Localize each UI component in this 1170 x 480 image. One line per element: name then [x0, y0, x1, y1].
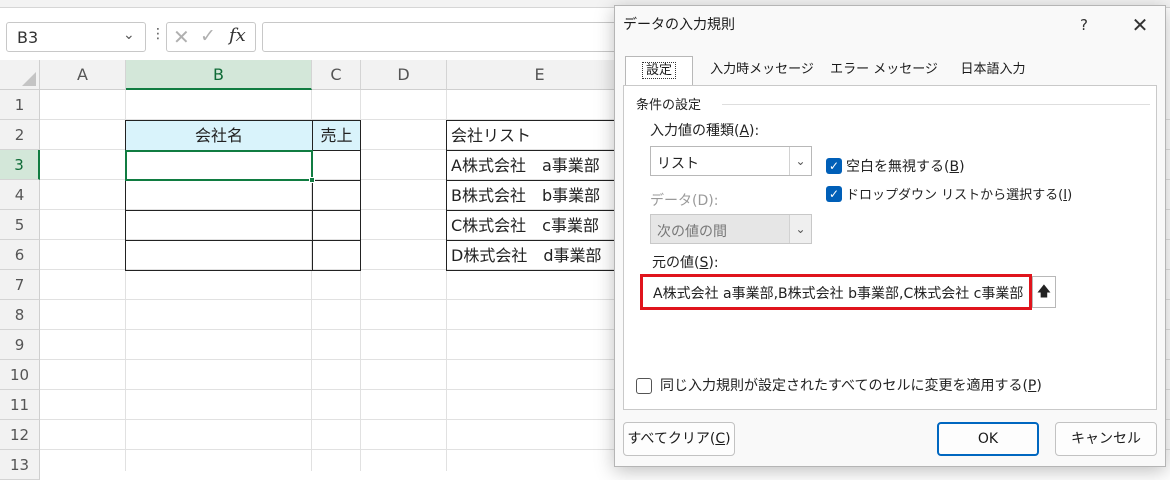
row-header-7[interactable]: 7: [0, 270, 40, 300]
row-header-2[interactable]: 2: [0, 120, 40, 150]
allow-select-value: リスト: [657, 156, 699, 172]
row-header-5[interactable]: 5: [0, 210, 40, 240]
table-cell[interactable]: [125, 210, 313, 241]
column-header-b[interactable]: B: [126, 60, 312, 90]
row-header-10[interactable]: 10: [0, 360, 40, 390]
chevron-down-icon[interactable]: ⌄: [789, 147, 811, 175]
source-input-value: A株式会社 a事業部,B株式会社 b事業部,C株式会社 c事業部,D株式会社 d…: [653, 286, 1023, 302]
table-cell[interactable]: [312, 210, 361, 241]
name-box[interactable]: B3 ⌄: [6, 22, 146, 52]
help-button[interactable]: ?: [1069, 12, 1099, 38]
cancel-icon[interactable]: ✕: [173, 25, 190, 49]
collapse-dialog-arrow-icon[interactable]: 🡅: [1032, 276, 1056, 308]
apply-all-checkbox[interactable]: [636, 378, 652, 394]
source-label: 元の値(S):: [652, 255, 719, 271]
clear-all-button[interactable]: すべてクリア(C): [623, 422, 735, 456]
cancel-button[interactable]: キャンセル: [1055, 422, 1157, 456]
table-cell[interactable]: [125, 240, 313, 271]
row-header-12[interactable]: 12: [0, 420, 40, 450]
row-header-13[interactable]: 13: [0, 450, 40, 480]
data-select: 次の値の間 ⌄: [650, 214, 812, 244]
tab-settings-label: 設定: [641, 62, 677, 79]
column-header-d[interactable]: D: [361, 60, 447, 90]
header-cell-sales[interactable]: 売上: [312, 120, 361, 151]
name-box-value: B3: [17, 28, 39, 47]
data-label: データ(D):: [650, 193, 719, 209]
divider: [722, 104, 1150, 105]
allow-label: 入力値の種類(A):: [650, 123, 760, 139]
column-header-a[interactable]: A: [40, 60, 126, 90]
company-list-item[interactable]: D株式会社 d事業部: [446, 240, 626, 271]
table-cell[interactable]: [125, 180, 313, 211]
ok-button[interactable]: OK: [937, 422, 1039, 456]
company-list-item[interactable]: C株式会社 c事業部: [446, 210, 626, 241]
dialog-title: データの入力規則: [623, 17, 735, 33]
row-header-1[interactable]: 1: [0, 90, 40, 120]
column-header-c[interactable]: C: [312, 60, 361, 90]
row-header-4[interactable]: 4: [0, 180, 40, 210]
column-header-e[interactable]: E: [447, 60, 633, 90]
chevron-down-icon: ⌄: [789, 215, 811, 243]
close-icon[interactable]: ✕: [1123, 12, 1157, 38]
allow-select[interactable]: リスト ⌄: [650, 146, 812, 176]
tab-error-message[interactable]: エラー メッセージ: [825, 56, 943, 84]
in-cell-dropdown-label[interactable]: ドロップダウン リストから選択する(I): [846, 184, 1072, 203]
row-header-11[interactable]: 11: [0, 390, 40, 420]
company-list-item[interactable]: B株式会社 b事業部: [446, 180, 626, 211]
ignore-blank-label[interactable]: 空白を無視する(B): [846, 156, 965, 176]
row-header-3[interactable]: 3: [0, 150, 40, 180]
chevron-down-icon[interactable]: ⌄: [123, 27, 135, 43]
table-cell[interactable]: [312, 240, 361, 271]
settings-panel: 条件の設定 入力値の種類(A): リスト ⌄ ✓ 空白を無視する(B) ✓ ドロ…: [623, 85, 1157, 410]
ignore-blank-checkbox[interactable]: ✓: [826, 158, 842, 174]
row-header-8[interactable]: 8: [0, 300, 40, 330]
apply-all-label[interactable]: 同じ入力規則が設定されたすべてのセルに変更を適用する(P): [660, 375, 1042, 395]
tab-settings[interactable]: 設定: [625, 56, 693, 86]
fill-handle[interactable]: [309, 177, 315, 183]
header-cell-company[interactable]: 会社名: [125, 120, 313, 151]
row-header-9[interactable]: 9: [0, 330, 40, 360]
select-all-triangle-icon: [22, 72, 36, 86]
tab-input-message[interactable]: 入力時メッセージ: [699, 56, 825, 84]
tab-ime[interactable]: 日本語入力: [943, 56, 1043, 84]
row-header-6[interactable]: 6: [0, 240, 40, 270]
criteria-legend: 条件の設定: [636, 98, 702, 113]
more-vertical-icon[interactable]: ⋮: [151, 26, 165, 42]
data-validation-dialog: データの入力規則 ? ✕ 設定 入力時メッセージ エラー メッセージ 日本語入力…: [614, 5, 1166, 467]
in-cell-dropdown-checkbox[interactable]: ✓: [826, 186, 842, 202]
table-cell[interactable]: [312, 150, 361, 181]
insert-function-icon[interactable]: fx: [229, 25, 246, 46]
formula-actions: ✕ ✓ fx: [166, 22, 256, 52]
check-icon[interactable]: ✓: [200, 25, 216, 47]
company-list-item[interactable]: A株式会社 a事業部: [446, 150, 626, 181]
table-cell[interactable]: [312, 180, 361, 211]
selected-cell-b3[interactable]: [125, 150, 313, 181]
data-select-value: 次の値の間: [657, 224, 727, 240]
company-list-header[interactable]: 会社リスト: [446, 120, 626, 151]
source-input[interactable]: A株式会社 a事業部,B株式会社 b事業部,C株式会社 c事業部,D株式会社 d…: [640, 274, 1032, 310]
